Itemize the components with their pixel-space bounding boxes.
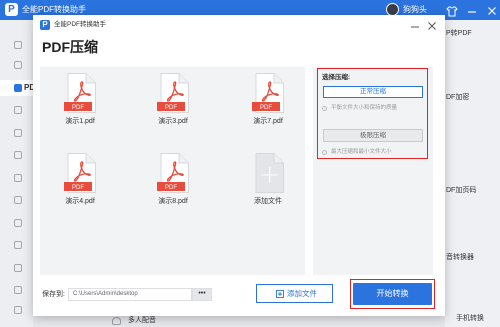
tool-icon [14,129,22,137]
file-name: 演示1.pdf [65,118,95,125]
start-convert-button[interactable]: 开始转换 [353,282,432,305]
pdf-compress-dialog: P 全能PDF转换助手 PDF压缩 PDF 演示1.pdf PDF 演示3.pd… [33,15,445,316]
tool-link[interactable]: P转PDF [446,29,472,38]
sidebar: PD [0,20,35,327]
sidebar-item[interactable] [0,147,33,163]
file-name: 演示8.pdf [158,198,188,205]
pdf-file-icon: PDF [157,153,189,193]
app-logo: P [5,3,18,16]
sidebar-item[interactable] [0,37,33,53]
file-name: 演示4.pdf [65,198,95,205]
tool-icon [14,241,22,249]
mobile-convert-link[interactable]: 手机转换 [456,314,484,323]
pdf-file-icon: PDF [64,73,96,113]
sidebar-item[interactable] [0,260,33,276]
pdf-badge: PDF [72,185,84,191]
file-item[interactable]: PDF 演示3.pdf [143,73,203,127]
file-list-panel: PDF 演示1.pdf PDF 演示3.pdf PDF 演示7.pdf PDF … [40,67,305,275]
tool-icon [14,151,22,159]
sidebar-item[interactable] [0,192,33,208]
pdf-badge: PDF [165,185,177,191]
pdf-file-icon: PDF [157,73,189,113]
dialog-title: PDF压缩 [42,39,98,55]
start-button-highlight: 开始转换 [350,279,435,309]
dialog-app-title: 全能PDF转换助手 [54,21,106,28]
tool-icon [14,41,22,49]
save-path-input[interactable]: C:\Users\Admin\desktop [68,288,192,301]
dialog-logo: P [40,20,50,30]
sidebar-item[interactable] [0,102,33,118]
tool-link[interactable]: DF加密 [446,93,469,102]
app-title: 全能PDF转换助手 [22,5,86,14]
sidebar-item[interactable] [0,237,33,253]
add-file-label: 添加文件 [254,198,282,205]
add-file-button-label: 添加文件 [287,289,317,298]
close-icon[interactable] [426,19,438,30]
file-item[interactable]: PDF 演示7.pdf [238,73,298,127]
background-tools-panel [445,20,500,327]
file-name: 演示7.pdf [253,118,283,125]
file-item[interactable]: PDF 演示8.pdf [143,153,203,207]
add-file-button[interactable]: 添加文件 [256,284,333,303]
tool-icon [14,306,22,314]
normal-desc-text: 平衡文件大小和保持的质量 [331,105,398,111]
file-name: 演示3.pdf [158,118,188,125]
pdf-badge: PDF [72,105,84,111]
tool-icon [14,219,22,227]
browse-button[interactable]: ••• [192,288,212,301]
tool-icon [14,61,22,69]
tool-icon [14,106,22,114]
tool-icon [14,264,22,272]
sidebar-item[interactable] [0,302,33,318]
normal-compress-button[interactable]: 正常压缩 [323,86,423,98]
tool-icon [14,196,22,204]
tool-link[interactable]: 音转换器 [446,253,474,262]
sidebar-item[interactable] [0,282,33,298]
pdf-badge: PDF [260,105,272,111]
file-item[interactable]: PDF 演示1.pdf [50,73,110,127]
add-file-icon [276,290,284,298]
tool-link[interactable]: DF加页码 [446,186,476,195]
pdf-file-icon: PDF [252,73,284,113]
tool-icon [14,174,22,182]
sidebar-item[interactable] [0,215,33,231]
extreme-compress-button[interactable]: 极限压缩 [323,129,423,142]
username[interactable]: 狗狗头 [403,5,427,15]
sidebar-item-pdf[interactable]: PD [0,80,35,96]
sidebar-item[interactable] [0,170,33,186]
radio-icon [322,106,327,111]
minimize-icon[interactable] [466,4,478,15]
add-file-icon [255,153,284,193]
save-to-label: 保存到: [42,291,65,298]
sidebar-item[interactable] [0,125,33,141]
options-heading: 选择压缩: [322,74,351,81]
tool-icon [14,286,22,294]
extreme-desc-text: 最大压缩和最小文件大小 [331,149,392,155]
sidebar-item[interactable] [0,57,33,73]
pdf-icon [14,84,22,92]
add-file-tile[interactable]: 添加文件 [238,153,298,207]
radio-icon [322,150,327,155]
skin-icon[interactable] [446,4,458,17]
file-item[interactable]: PDF 演示4.pdf [50,153,110,207]
close-icon[interactable] [486,4,498,15]
user-icon [112,317,121,325]
options-panel: 选择压缩: 正常压缩 平衡文件大小和保持的质量 极限压缩 最大压缩和最小文件大小 [313,67,433,275]
pdf-file-icon: PDF [64,153,96,193]
options-highlight: 选择压缩: 正常压缩 平衡文件大小和保持的质量 极限压缩 最大压缩和最小文件大小 [317,68,428,159]
multi-voice-label: 多人配音 [128,317,156,324]
pdf-badge: PDF [165,105,177,111]
minimize-icon[interactable] [409,19,421,30]
